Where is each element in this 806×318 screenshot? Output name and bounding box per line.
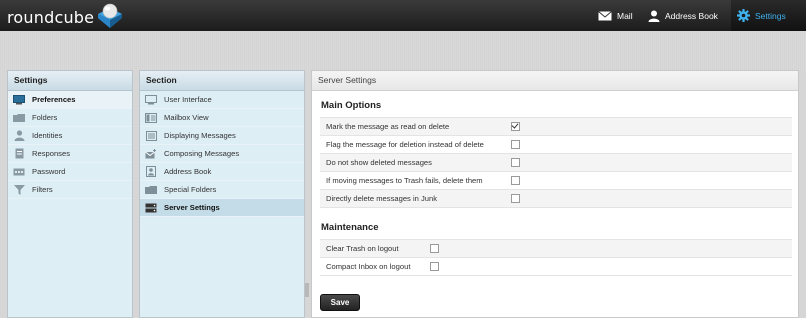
message-display-icon: [145, 130, 157, 141]
section-item-label: Displaying Messages: [164, 131, 236, 140]
document-icon: [13, 148, 25, 159]
panel-splitter-handle[interactable]: [305, 283, 309, 297]
section-item-label: User Interface: [164, 95, 212, 104]
save-button[interactable]: Save: [320, 294, 360, 311]
section-item-label: Address Book: [164, 167, 212, 176]
section-item-server-settings[interactable]: Server Settings: [140, 199, 304, 217]
option-row: Do not show deleted messages: [320, 154, 792, 172]
settings-item-label: Preferences: [32, 95, 76, 104]
logo-cube-icon: [98, 3, 122, 28]
section-panel-title: Section: [140, 71, 304, 91]
logo-text: roundcube: [7, 8, 95, 27]
address-book-icon: [145, 166, 157, 177]
settings-item-label: Filters: [32, 185, 53, 194]
delete-junk-directly-checkbox[interactable]: [511, 194, 520, 203]
settings-panel: Settings Preferences Folders Identities …: [7, 70, 133, 318]
section-item-label: Server Settings: [164, 203, 220, 212]
option-label: Directly delete messages in Junk: [326, 194, 438, 203]
nav-address-book[interactable]: Address Book: [648, 0, 718, 31]
compose-icon: [145, 148, 157, 159]
option-row: Mark the message as read on delete: [320, 118, 792, 136]
section-panel: Section User Interface Mailbox View Disp…: [139, 70, 305, 318]
settings-item-label: Folders: [32, 113, 58, 122]
nav-address-book-label: Address Book: [665, 10, 718, 21]
settings-item-responses[interactable]: Responses: [8, 145, 132, 163]
option-label: Clear Trash on logout: [326, 244, 399, 253]
compact-inbox-on-logout-checkbox[interactable]: [430, 262, 439, 271]
folder-icon: [13, 112, 25, 123]
section-item-special-folders[interactable]: Special Folders: [140, 181, 304, 199]
gear-icon: [737, 9, 750, 22]
settings-item-filters[interactable]: Filters: [8, 181, 132, 199]
settings-item-label: Identities: [32, 131, 63, 140]
monitor-icon: [13, 94, 25, 105]
settings-item-label: Password: [32, 167, 66, 176]
option-label: Do not show deleted messages: [326, 158, 432, 167]
server-icon: [145, 202, 157, 213]
maintenance-table: Clear Trash on logout Compact Inbox on l…: [320, 239, 792, 276]
option-row: Flag the message for deletion instead of…: [320, 136, 792, 154]
option-label: If moving messages to Trash fails, delet…: [326, 176, 483, 185]
maintenance-title: Maintenance: [321, 222, 379, 233]
folder-icon: [145, 184, 157, 195]
mailbox-view-icon: [145, 112, 157, 123]
mark-read-on-delete-checkbox[interactable]: [511, 122, 520, 131]
section-item-label: Composing Messages: [164, 149, 240, 158]
option-label: Mark the message as read on delete: [326, 122, 450, 131]
main-options-title: Main Options: [321, 100, 382, 111]
settings-item-preferences[interactable]: Preferences: [8, 91, 132, 109]
section-item-address-book[interactable]: Address Book: [140, 163, 304, 181]
settings-item-folders[interactable]: Folders: [8, 109, 132, 127]
main-options-table: Mark the message as read on delete Flag …: [320, 117, 792, 208]
nav-mail[interactable]: Mail: [598, 0, 633, 31]
person-icon: [648, 10, 660, 22]
option-row: Directly delete messages in Junk: [320, 190, 792, 208]
hide-deleted-checkbox[interactable]: [511, 158, 520, 167]
envelope-icon: [598, 10, 612, 21]
option-row: If moving messages to Trash fails, delet…: [320, 172, 792, 190]
section-item-mailbox-view[interactable]: Mailbox View: [140, 109, 304, 127]
nav-settings-label: Settings: [755, 10, 786, 21]
clear-trash-on-logout-checkbox[interactable]: [430, 244, 439, 253]
top-bar: roundcube Mail Address Book Settings: [0, 0, 806, 31]
section-item-composing-messages[interactable]: Composing Messages: [140, 145, 304, 163]
nav-mail-label: Mail: [617, 10, 633, 21]
settings-item-identities[interactable]: Identities: [8, 127, 132, 145]
header-band: [0, 31, 806, 71]
section-item-user-interface[interactable]: User Interface: [140, 91, 304, 109]
person-icon: [13, 130, 25, 141]
delete-if-trash-fails-checkbox[interactable]: [511, 176, 520, 185]
option-row: Clear Trash on logout: [320, 240, 792, 258]
section-item-label: Special Folders: [164, 185, 217, 194]
section-item-displaying-messages[interactable]: Displaying Messages: [140, 127, 304, 145]
settings-item-label: Responses: [32, 149, 70, 158]
option-row: Compact Inbox on logout: [320, 258, 792, 276]
key-field-icon: [13, 166, 25, 177]
option-label: Flag the message for deletion instead of…: [326, 140, 484, 149]
funnel-icon: [13, 184, 25, 195]
main-panel-title: Server Settings: [312, 71, 798, 91]
flag-for-deletion-checkbox[interactable]: [511, 140, 520, 149]
monitor-icon: [145, 94, 157, 105]
settings-panel-title: Settings: [8, 71, 132, 91]
option-label: Compact Inbox on logout: [326, 262, 411, 271]
settings-item-password[interactable]: Password: [8, 163, 132, 181]
section-item-label: Mailbox View: [164, 113, 209, 122]
nav-settings[interactable]: Settings: [731, 0, 806, 31]
